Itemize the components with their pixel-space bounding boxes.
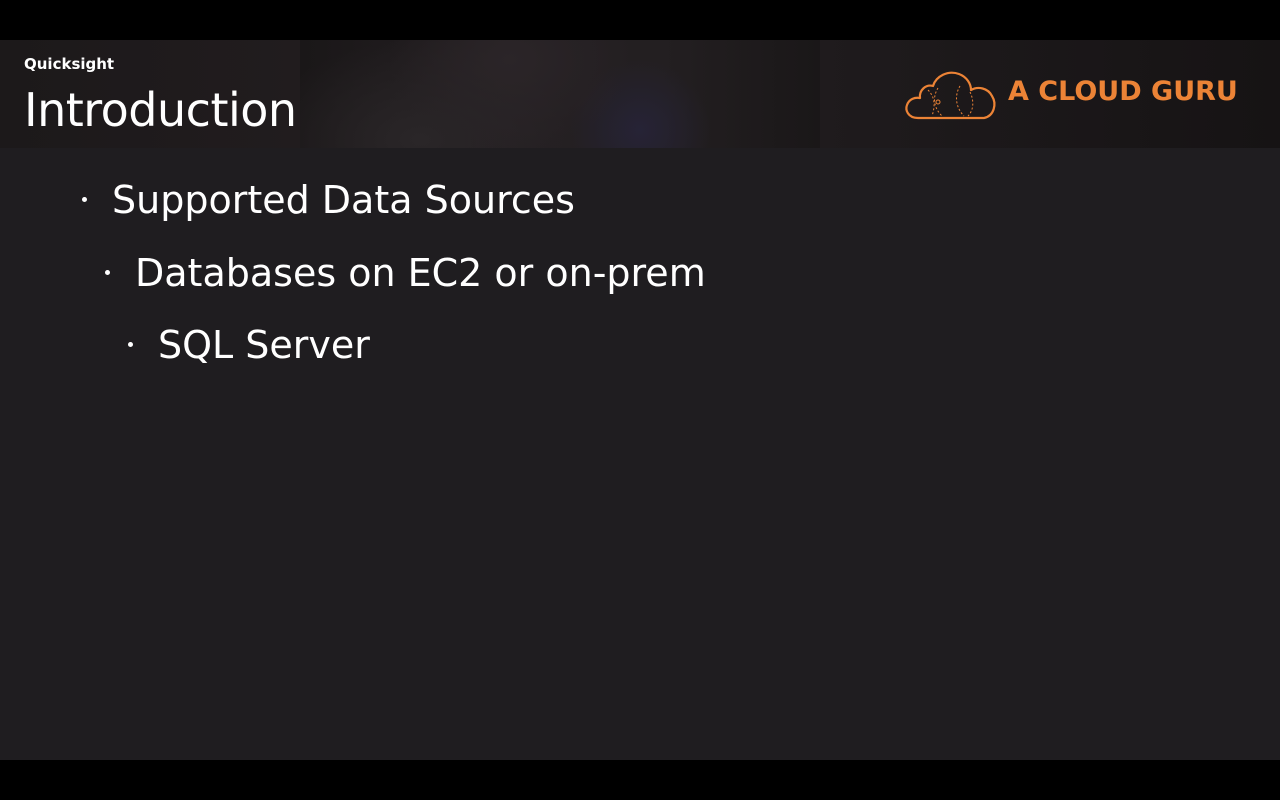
brand-logo: A CLOUD GURU: [904, 66, 1244, 122]
video-frame: Quicksight Introduction A CLOUD GURU Sup…: [0, 0, 1280, 800]
header-backdrop-photo: [300, 40, 820, 148]
bullet-dot-icon: [82, 197, 87, 202]
bullet-text: Supported Data Sources: [112, 178, 575, 222]
brand-name: A CLOUD GURU: [1008, 76, 1238, 107]
cloud-icon: [905, 71, 996, 120]
slide-title: Introduction: [24, 83, 297, 137]
slide-header: Quicksight Introduction A CLOUD GURU: [0, 40, 1280, 148]
bullet-dot-icon: [128, 342, 133, 347]
slide: Quicksight Introduction A CLOUD GURU Sup…: [0, 40, 1280, 760]
course-label: Quicksight: [24, 55, 115, 73]
bullet-text: SQL Server: [158, 323, 370, 367]
bullet-text: Databases on EC2 or on-prem: [135, 251, 706, 295]
bullet-dot-icon: [105, 270, 110, 275]
